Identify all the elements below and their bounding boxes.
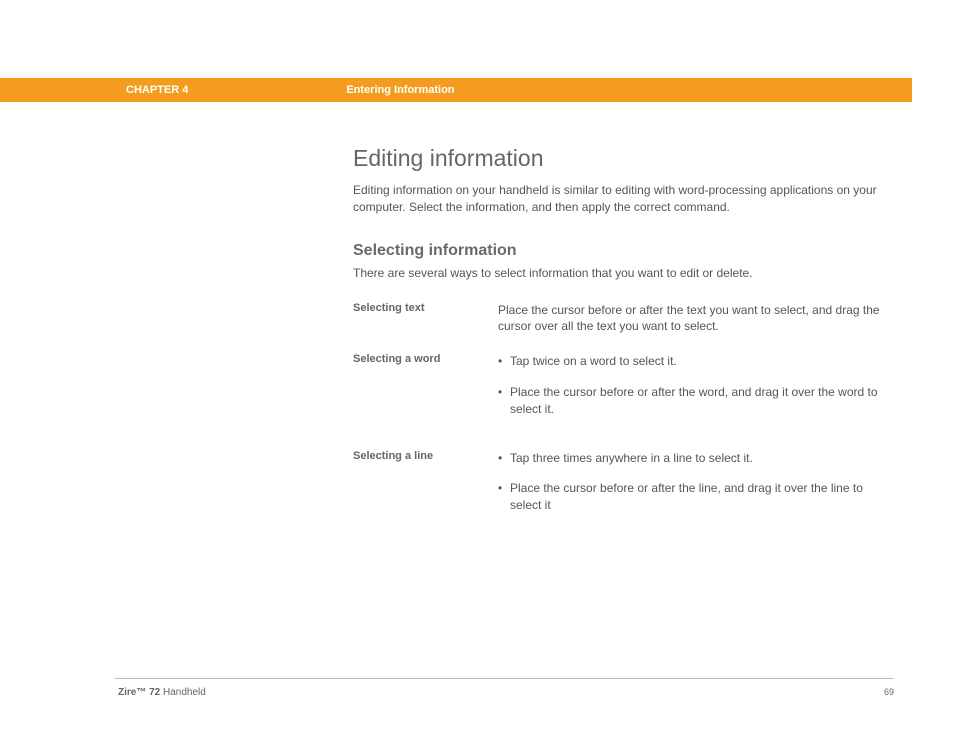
bullet-text: Tap twice on a word to select it. bbox=[510, 353, 894, 370]
row-label: Selecting a word bbox=[353, 353, 498, 431]
sub-intro-paragraph: There are several ways to select informa… bbox=[353, 266, 894, 280]
selecting-text-row: Selecting text Place the cursor before o… bbox=[353, 302, 894, 336]
header-bar: CHAPTER 4 Entering Information bbox=[0, 78, 912, 102]
selecting-line-row: Selecting a line • Tap three times anywh… bbox=[353, 450, 894, 528]
bullet-text: Tap three times anywhere in a line to se… bbox=[510, 450, 894, 467]
row-content: Place the cursor before or after the tex… bbox=[498, 302, 894, 336]
bullet-item: • Place the cursor before or after the w… bbox=[498, 384, 894, 418]
section-label: Entering Information bbox=[346, 84, 454, 96]
section-subtitle: Selecting information bbox=[353, 242, 894, 260]
bullet-icon: • bbox=[498, 480, 510, 514]
bullet-text: Place the cursor before or after the lin… bbox=[510, 480, 894, 514]
footer-product-rest: Handheld bbox=[160, 687, 206, 698]
footer: Zire™ 72 Handheld 69 bbox=[118, 687, 894, 698]
footer-divider bbox=[115, 678, 894, 679]
selecting-word-row: Selecting a word • Tap twice on a word t… bbox=[353, 353, 894, 431]
row-label: Selecting a line bbox=[353, 450, 498, 528]
bullet-icon: • bbox=[498, 450, 510, 467]
page-title: Editing information bbox=[353, 145, 894, 172]
bullet-icon: • bbox=[498, 353, 510, 370]
row-content: • Tap three times anywhere in a line to … bbox=[498, 450, 894, 528]
content-area: Editing information Editing information … bbox=[353, 145, 894, 546]
intro-paragraph: Editing information on your handheld is … bbox=[353, 182, 894, 216]
bullet-item: • Place the cursor before or after the l… bbox=[498, 480, 894, 514]
bullet-item: • Tap twice on a word to select it. bbox=[498, 353, 894, 370]
bullet-item: • Tap three times anywhere in a line to … bbox=[498, 450, 894, 467]
bullet-icon: • bbox=[498, 384, 510, 418]
footer-product-bold: Zire™ 72 bbox=[118, 687, 160, 698]
row-label: Selecting text bbox=[353, 302, 498, 336]
chapter-label: CHAPTER 4 bbox=[126, 84, 188, 96]
footer-product: Zire™ 72 Handheld bbox=[118, 687, 206, 698]
row-content: • Tap twice on a word to select it. • Pl… bbox=[498, 353, 894, 431]
bullet-text: Place the cursor before or after the wor… bbox=[510, 384, 894, 418]
page-number: 69 bbox=[884, 687, 894, 698]
